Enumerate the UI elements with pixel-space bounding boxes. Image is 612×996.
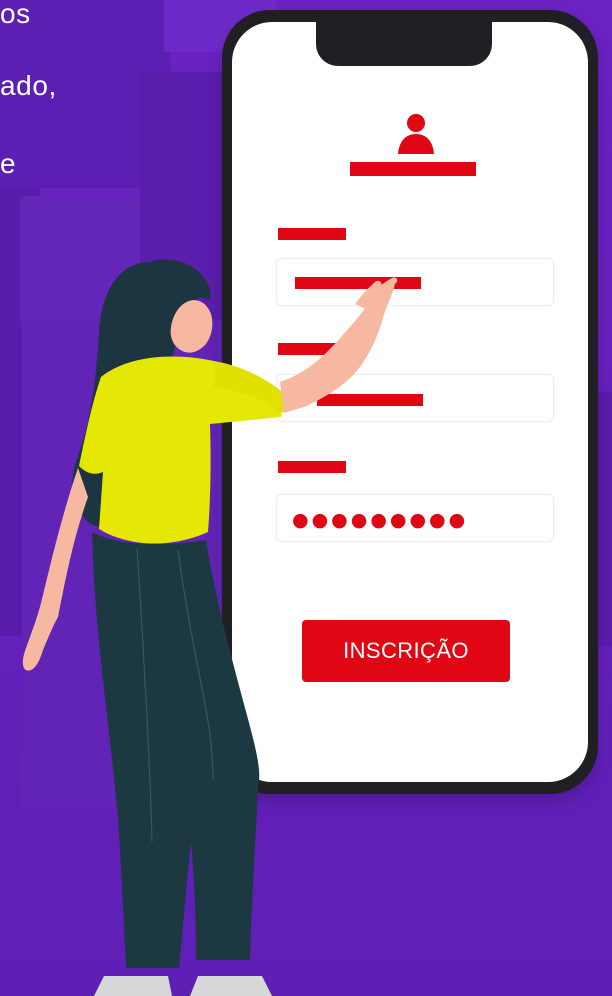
email-field[interactable] <box>276 374 554 422</box>
name-field[interactable] <box>276 258 554 306</box>
field-label-2 <box>278 343 346 355</box>
password-mask: ●●●●●●●●● <box>292 509 469 531</box>
hero-illustration: os ado, e ●●●●●●●●● INSCRIÇÃO <box>0 0 612 996</box>
name-field-value <box>295 277 421 289</box>
submit-button[interactable]: INSCRIÇÃO <box>302 620 510 682</box>
headline-line-2: ado, <box>0 70 57 101</box>
field-label-1 <box>278 228 346 240</box>
background-panel-lower <box>22 320 240 808</box>
profile-title-bar <box>350 162 476 176</box>
headline-line-1: os <box>0 0 31 29</box>
headline-line-3: e <box>0 148 17 179</box>
phone-notch <box>316 22 492 66</box>
user-icon <box>398 114 434 154</box>
field-label-3 <box>278 461 346 473</box>
email-field-value <box>317 394 423 406</box>
